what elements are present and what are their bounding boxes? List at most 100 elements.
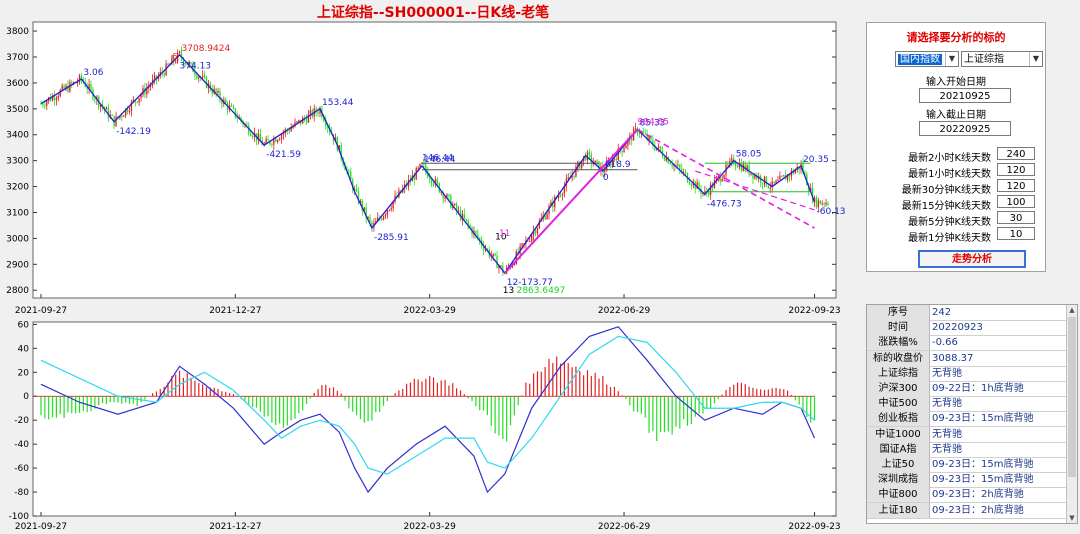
candle-body <box>492 253 494 256</box>
candle-body <box>573 175 575 177</box>
table-row: 标的收盘价 3088.37 <box>867 350 1067 367</box>
index-select[interactable]: 上证综指 ▼ <box>961 51 1043 67</box>
scroll-thumb[interactable] <box>1068 317 1076 477</box>
candle-body <box>369 217 371 222</box>
param-value-input[interactable]: 240 <box>997 147 1035 160</box>
x-tick-label: 2022-09-23 <box>788 522 840 532</box>
candle-body <box>123 115 125 117</box>
table-key: 国证A指 <box>867 441 930 457</box>
candle-body <box>271 143 273 145</box>
param-row: 最新15分钟K线天数 100 <box>867 195 1045 212</box>
candle-body <box>90 84 92 90</box>
candle-body <box>432 183 435 185</box>
annotation-label: 374.13 <box>180 62 212 72</box>
candle-body <box>663 156 666 161</box>
table-value: -0.66 <box>932 337 958 349</box>
candle-body <box>278 139 281 141</box>
candle-body <box>529 240 531 242</box>
candle-body <box>544 215 546 220</box>
table-row: 创业板指 09-23日：15m底背驰 <box>867 411 1067 428</box>
candle-body <box>78 75 81 83</box>
pivot-label: 818.9 <box>605 160 631 170</box>
candle-body <box>621 150 623 153</box>
candle-body <box>115 116 117 127</box>
param-value-input[interactable]: 100 <box>997 195 1035 208</box>
candle-body <box>267 139 269 141</box>
start-date-input[interactable]: 20210925 <box>919 88 1011 103</box>
pivot-label: -60.13 <box>817 207 846 217</box>
trend-analysis-button[interactable]: 走势分析 <box>918 250 1026 268</box>
market-select[interactable]: 国内指数 ▼ <box>895 51 959 67</box>
scroll-up-icon[interactable]: ▲ <box>1067 305 1077 315</box>
table-key: 涨跌幅% <box>867 335 930 351</box>
end-date-input[interactable]: 20220925 <box>919 121 1011 136</box>
candle-body <box>638 133 641 135</box>
candle-body <box>178 51 181 53</box>
y-tick-label: 3500 <box>6 105 29 115</box>
candle-body <box>105 107 108 110</box>
table-row: 时间 20220923 <box>867 320 1067 337</box>
y-tick-label: -80 <box>14 488 29 498</box>
y-tick-label: -100 <box>9 512 30 522</box>
candle-body <box>275 138 277 142</box>
candle-body <box>348 170 350 172</box>
candle-body <box>750 173 752 175</box>
table-key: 上证综指 <box>867 365 930 381</box>
table-key: 沪深300 <box>867 381 930 396</box>
candle-body <box>454 203 456 205</box>
table-value: 09-23日：2h底背驰 <box>932 504 1024 516</box>
candle-body <box>475 231 477 234</box>
candle-body <box>230 105 233 107</box>
table-scrollbar[interactable]: ▲ ▼ <box>1066 305 1077 523</box>
candle-body <box>500 265 502 267</box>
scroll-down-icon[interactable]: ▼ <box>1067 513 1077 523</box>
candle-body <box>138 98 140 103</box>
x-tick-label: 2021-12-27 <box>209 522 261 532</box>
candle-body <box>53 95 56 101</box>
param-value-input[interactable]: 120 <box>997 179 1035 192</box>
table-key: 时间 <box>867 320 930 336</box>
param-label: 最新1小时K线天数 <box>908 169 991 180</box>
table-row: 涨跌幅% -0.66 <box>867 335 1067 352</box>
table-key: 中证1000 <box>867 426 930 442</box>
annotation-label: 0 <box>603 173 609 183</box>
y-tick-label: 40 <box>18 344 30 354</box>
candle-body <box>783 175 785 177</box>
chevron-down-icon[interactable]: ▼ <box>945 52 958 66</box>
candle-body <box>386 210 389 215</box>
y-tick-label: 60 <box>18 320 30 330</box>
chevron-down-icon[interactable]: ▼ <box>1029 52 1042 66</box>
candle-body <box>380 218 383 220</box>
candle-body <box>436 179 439 184</box>
candle-body <box>217 91 219 93</box>
candle-body <box>215 88 217 93</box>
candle-body <box>251 135 254 138</box>
table-row: 中证500 无背驰 <box>867 396 1067 413</box>
param-label: 最新2小时K线天数 <box>908 153 991 164</box>
candle-body <box>531 235 533 241</box>
candle-body <box>734 163 737 166</box>
candle-body <box>669 163 671 165</box>
table-row: 深圳成指 09-23日：15m底背驰 <box>867 472 1067 489</box>
candle-body <box>767 185 770 188</box>
table-value: 09-23日：15m底背驰 <box>932 459 1034 470</box>
candle-body <box>588 152 591 155</box>
x-tick-label: 2022-09-23 <box>788 306 840 316</box>
candle-body <box>494 253 496 256</box>
pivot-label: 58.05 <box>736 150 762 160</box>
candle-body <box>659 146 662 151</box>
candle-body <box>430 179 433 184</box>
analysis-panel: 请选择要分析的标的 国内指数 ▼ 上证综指 ▼ 输入开始日期 20210925 … <box>866 22 1046 272</box>
table-row: 上证180 09-23日：2h底背驰 <box>867 502 1067 519</box>
param-value-input[interactable]: 120 <box>997 163 1035 176</box>
pivot-label: -285.91 <box>374 233 409 243</box>
candle-body <box>57 96 59 99</box>
candle-body <box>521 243 523 246</box>
candle-body <box>390 208 392 210</box>
annotation-label: - 2863.6497 <box>511 286 566 296</box>
candle-body <box>298 119 300 122</box>
param-value-input[interactable]: 10 <box>997 227 1035 240</box>
candle-body <box>288 130 290 132</box>
table-value: 20220923 <box>932 322 983 334</box>
param-value-input[interactable]: 30 <box>997 211 1035 224</box>
